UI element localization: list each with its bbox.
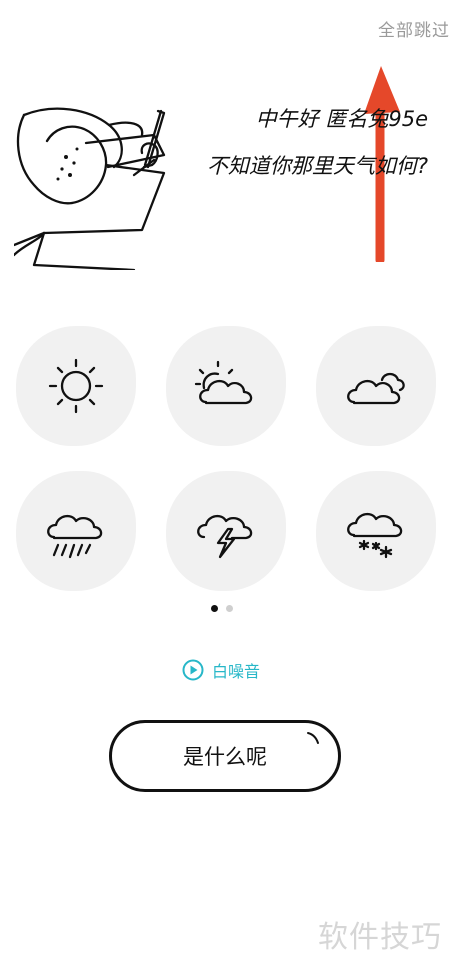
greeting: 中午好 匿名兔95e 不知道你那里天气如何?: [207, 104, 428, 178]
white-noise-button[interactable]: 白噪音: [182, 658, 260, 682]
decor-stroke: [307, 732, 319, 744]
greeting-line-1: 中午好 匿名兔95e: [255, 107, 428, 131]
writing-girl-illustration: [14, 107, 166, 270]
weather-option-thunderstorm[interactable]: [166, 471, 286, 591]
weather-option-sunny[interactable]: [16, 326, 136, 446]
page-dot-active: [211, 605, 218, 612]
play-icon: [182, 659, 204, 681]
watermark: 软件技巧: [318, 920, 442, 955]
cta-label: 是什么呢: [183, 745, 267, 769]
white-noise-label: 白噪音: [212, 662, 261, 681]
sun-icon: [48, 358, 104, 414]
partly-cloudy-icon: [194, 360, 253, 405]
weather-option-rain[interactable]: [16, 471, 136, 591]
cloudy-icon: [347, 372, 405, 405]
weather-option-cloudy[interactable]: [316, 326, 436, 446]
page-dot: [226, 605, 233, 612]
page-indicator: [211, 605, 233, 612]
rain-icon: [47, 514, 103, 559]
weather-option-snow[interactable]: [316, 471, 436, 591]
skip-all-button[interactable]: 全部跳过: [378, 16, 450, 41]
what-is-it-button[interactable]: 是什么呢: [109, 720, 341, 792]
greeting-line-2: 不知道你那里天气如何?: [206, 154, 428, 178]
snow-icon: [347, 512, 403, 559]
weather-option-partly-cloudy[interactable]: [166, 326, 286, 446]
thunderstorm-icon: [197, 514, 253, 559]
